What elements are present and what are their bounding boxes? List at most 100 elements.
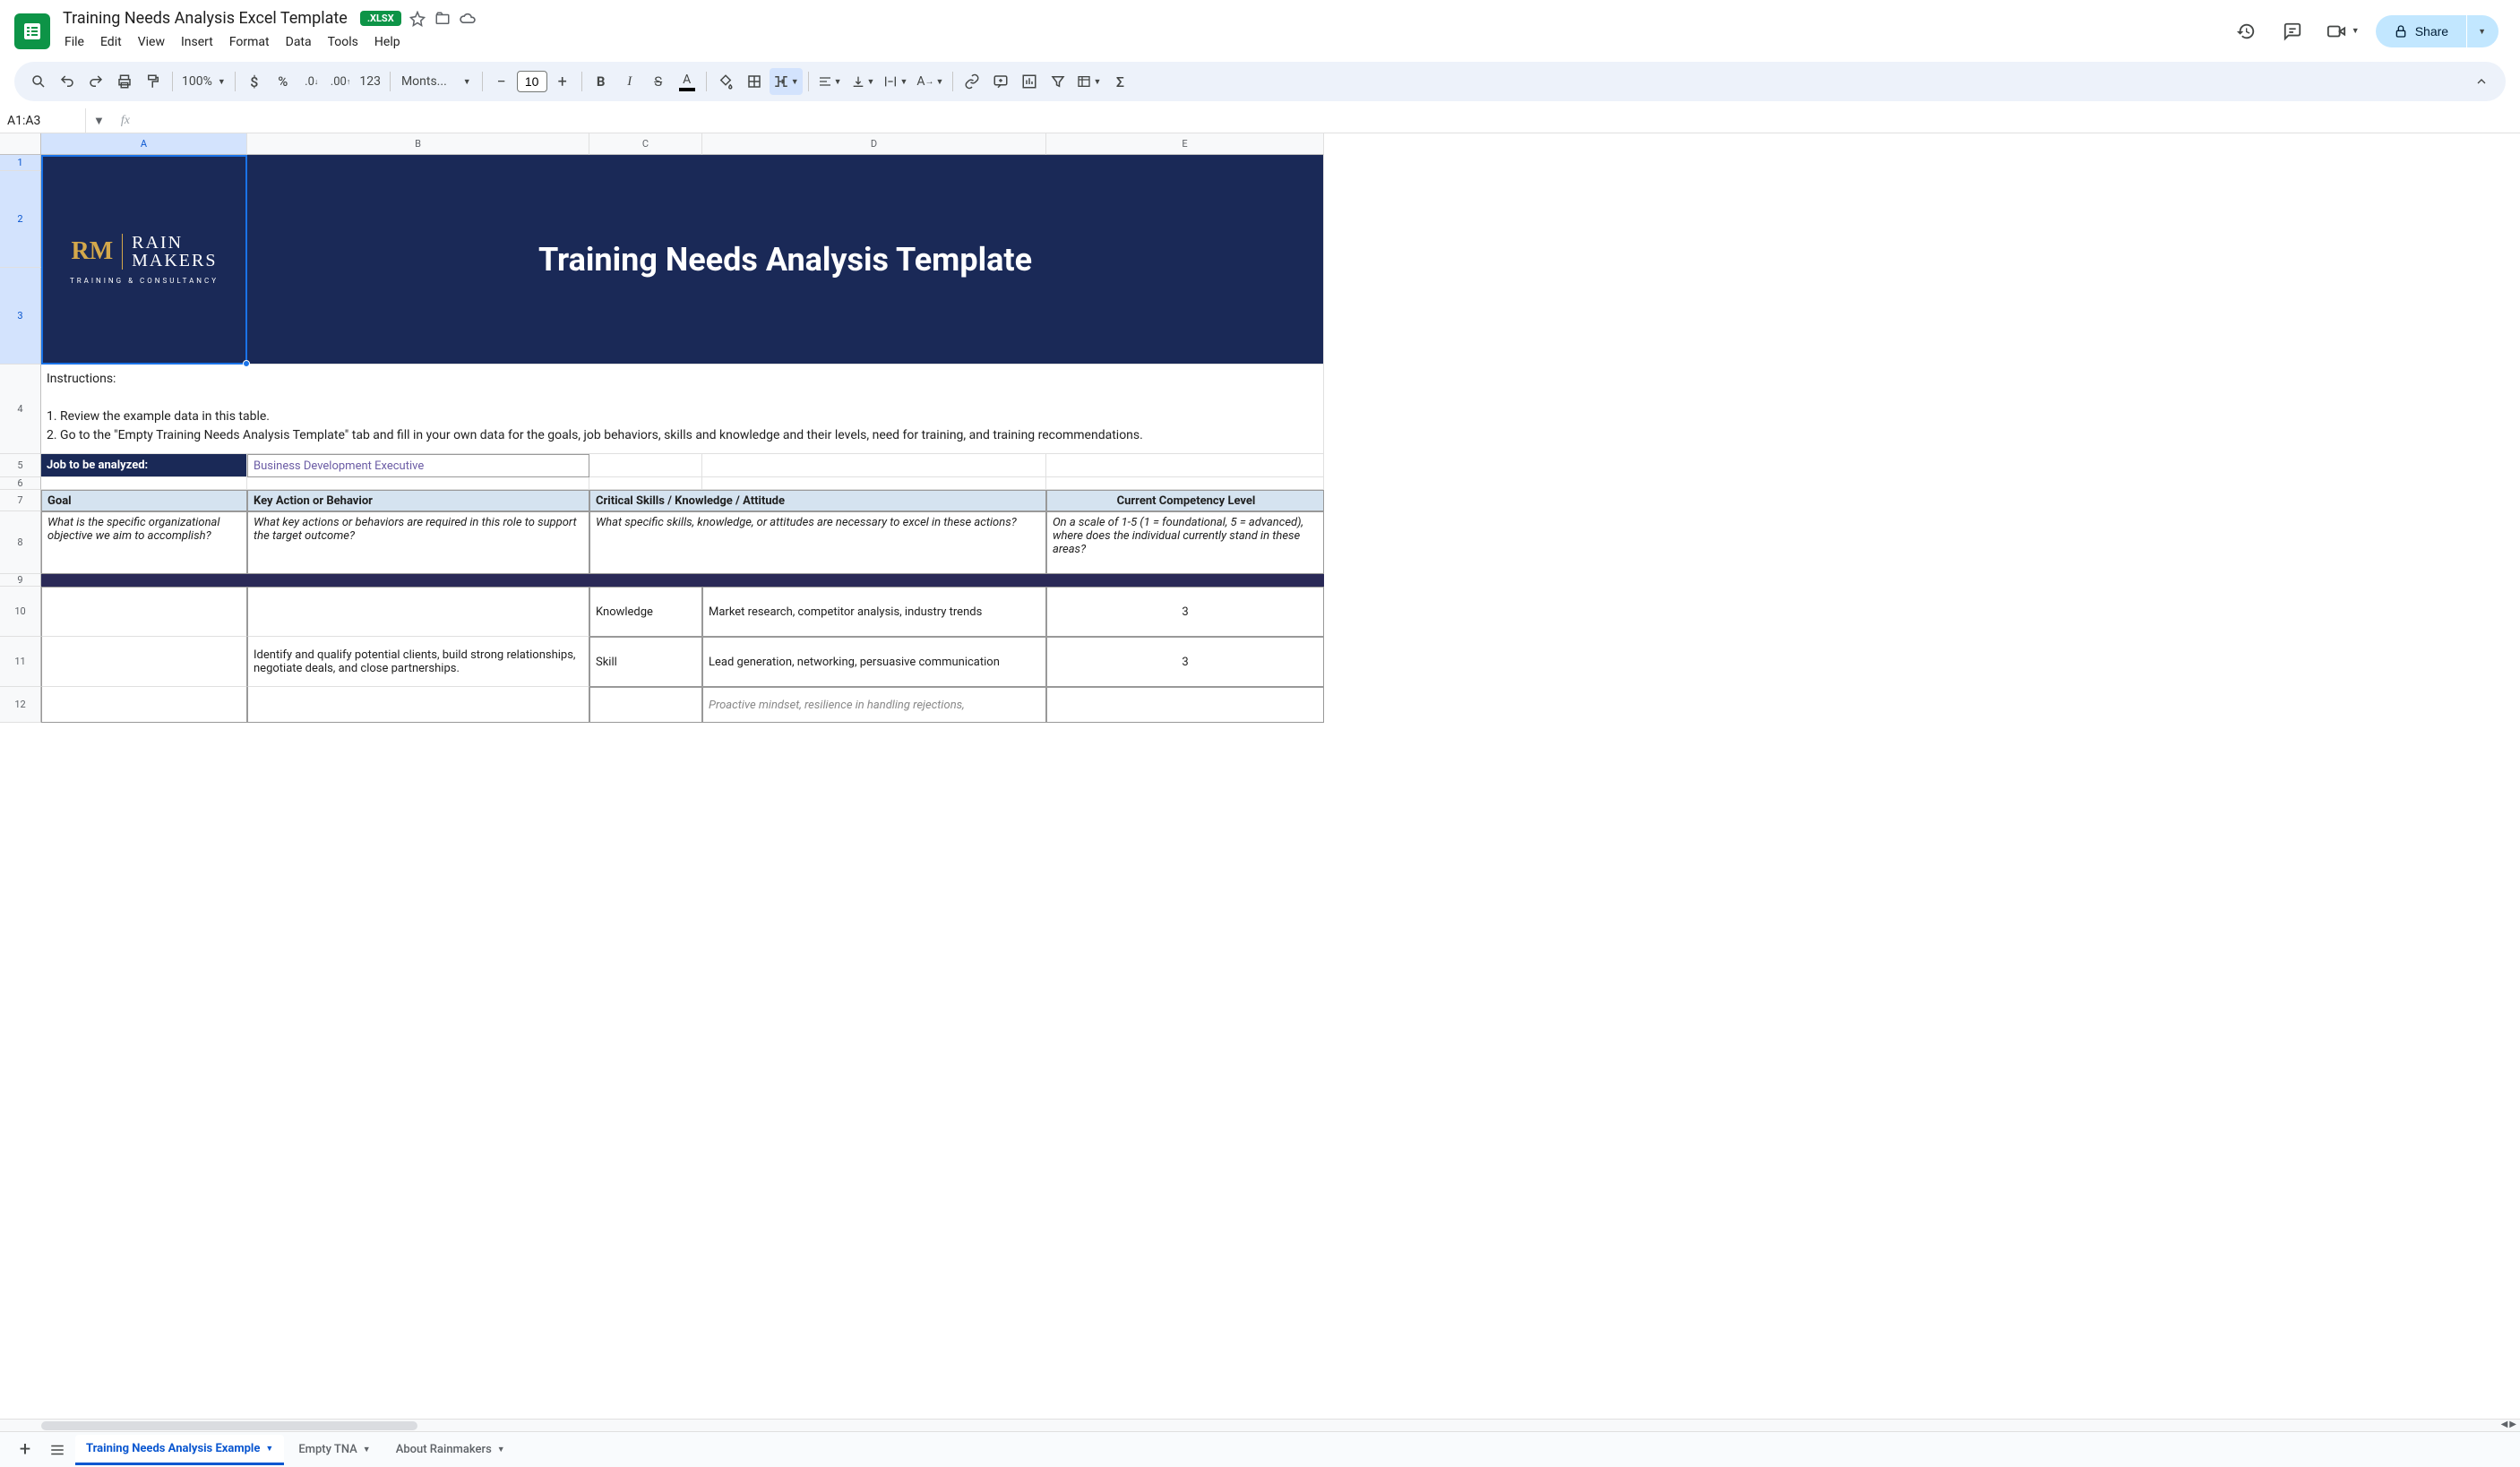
cell-d10[interactable]: Market research, competitor analysis, in…: [702, 587, 1046, 637]
history-icon[interactable]: [2228, 13, 2264, 49]
cell-b6[interactable]: [247, 477, 589, 490]
tab-dropdown-icon[interactable]: ▼: [363, 1445, 371, 1454]
cell-header-action[interactable]: Key Action or Behavior: [247, 490, 589, 511]
text-color-icon[interactable]: A: [674, 68, 701, 95]
font-size-decrease[interactable]: −: [488, 68, 515, 95]
text-wrap-icon[interactable]: ▼: [880, 68, 911, 95]
col-header-e[interactable]: E: [1046, 133, 1324, 155]
cell-logo[interactable]: RM RAINMAKERS TRAINING & CONSULTANCY: [41, 155, 247, 365]
cell-header-skills[interactable]: Critical Skills / Knowledge / Attitude: [589, 490, 1046, 511]
col-header-d[interactable]: D: [702, 133, 1046, 155]
col-header-b[interactable]: B: [247, 133, 589, 155]
cell-d12[interactable]: Proactive mindset, resilience in handlin…: [702, 687, 1046, 723]
vertical-align-icon[interactable]: ▼: [847, 68, 879, 95]
cell-e11[interactable]: 3: [1046, 637, 1324, 687]
decrease-decimal-icon[interactable]: .0↓: [298, 68, 325, 95]
font-size-increase[interactable]: +: [549, 68, 576, 95]
cell-b10[interactable]: [247, 587, 589, 637]
cell-desc-skills[interactable]: What specific skills, knowledge, or atti…: [589, 511, 1046, 574]
cell-b12[interactable]: [247, 687, 589, 723]
link-icon[interactable]: [959, 68, 985, 95]
scroll-left-icon[interactable]: ◀: [2501, 1420, 2508, 1429]
scroll-right-icon[interactable]: ▶: [2509, 1420, 2516, 1429]
move-icon[interactable]: [434, 10, 452, 28]
currency-icon[interactable]: $: [241, 68, 268, 95]
sheet-tab-example[interactable]: Training Needs Analysis Example▼: [75, 1435, 284, 1465]
redo-icon[interactable]: [82, 68, 109, 95]
cloud-status-icon[interactable]: [459, 10, 477, 28]
cell-divider-row[interactable]: [41, 574, 1324, 587]
text-rotation-icon[interactable]: A→▼: [913, 68, 947, 95]
cell-job-label[interactable]: Job to be analyzed:: [41, 454, 247, 477]
document-title[interactable]: Training Needs Analysis Excel Template: [57, 7, 353, 30]
col-header-a[interactable]: A: [41, 133, 247, 155]
menu-edit[interactable]: Edit: [93, 31, 129, 53]
paint-format-icon[interactable]: [140, 68, 167, 95]
row-header-6[interactable]: 6: [0, 477, 41, 490]
col-header-c[interactable]: C: [589, 133, 702, 155]
cell-c12[interactable]: [589, 687, 702, 723]
name-box[interactable]: A1:A3: [0, 108, 86, 133]
name-box-dropdown[interactable]: ▼: [86, 114, 112, 128]
fill-color-icon[interactable]: [712, 68, 739, 95]
table-view-icon[interactable]: ▼: [1073, 68, 1105, 95]
cell-desc-goal[interactable]: What is the specific organizational obje…: [41, 511, 247, 574]
cell-e10[interactable]: 3: [1046, 587, 1324, 637]
row-header-4[interactable]: 4: [0, 365, 41, 454]
horizontal-align-icon[interactable]: ▼: [814, 68, 846, 95]
add-sheet-button[interactable]: +: [11, 1436, 39, 1464]
row-header-12[interactable]: 12: [0, 687, 41, 723]
zoom-select[interactable]: 100%▼: [178, 68, 229, 95]
strikethrough-icon[interactable]: S: [645, 68, 672, 95]
font-select[interactable]: Monts...▼: [396, 68, 477, 95]
tab-dropdown-icon[interactable]: ▼: [497, 1445, 505, 1454]
cell-desc-action[interactable]: What key actions or behaviors are requir…: [247, 511, 589, 574]
insert-chart-icon[interactable]: [1016, 68, 1043, 95]
formula-bar[interactable]: [139, 108, 2520, 133]
cell-a10[interactable]: [41, 587, 247, 637]
cell-c5[interactable]: [589, 454, 702, 477]
menu-file[interactable]: File: [57, 31, 91, 53]
menu-insert[interactable]: Insert: [174, 31, 220, 53]
sheets-logo-icon[interactable]: [14, 13, 50, 49]
filter-icon[interactable]: [1045, 68, 1071, 95]
scrollbar-thumb[interactable]: [41, 1421, 417, 1430]
cell-d11[interactable]: Lead generation, networking, persuasive …: [702, 637, 1046, 687]
format-123-icon[interactable]: 123: [356, 68, 384, 95]
cell-a11[interactable]: [41, 637, 247, 687]
cell-job-value[interactable]: Business Development Executive: [247, 454, 589, 477]
sheet-tab-empty-tna[interactable]: Empty TNA▼: [288, 1436, 381, 1463]
print-icon[interactable]: [111, 68, 138, 95]
cell-d6[interactable]: [702, 477, 1046, 490]
cell-desc-level[interactable]: On a scale of 1-5 (1 = foundational, 5 =…: [1046, 511, 1324, 574]
row-header-9[interactable]: 9: [0, 574, 41, 587]
cell-d5[interactable]: [702, 454, 1046, 477]
row-header-3[interactable]: 3: [0, 268, 41, 365]
search-icon[interactable]: [25, 68, 52, 95]
functions-icon[interactable]: Σ: [1106, 68, 1133, 95]
cell-a6[interactable]: [41, 477, 247, 490]
cell-e12[interactable]: [1046, 687, 1324, 723]
meet-icon[interactable]: ▼: [2321, 13, 2365, 49]
cell-banner-title[interactable]: Training Needs Analysis Template: [247, 155, 1324, 365]
menu-format[interactable]: Format: [222, 31, 277, 53]
sheet-tab-about[interactable]: About Rainmakers▼: [385, 1436, 516, 1463]
cell-header-goal[interactable]: Goal: [41, 490, 247, 511]
menu-help[interactable]: Help: [367, 31, 408, 53]
collapse-toolbar-icon[interactable]: [2468, 68, 2495, 95]
row-header-5[interactable]: 5: [0, 454, 41, 477]
cell-a12[interactable]: [41, 687, 247, 723]
menu-view[interactable]: View: [131, 31, 172, 53]
horizontal-scrollbar[interactable]: ◀▶: [0, 1419, 2520, 1431]
select-all-corner[interactable]: [0, 133, 41, 155]
percent-icon[interactable]: %: [270, 68, 297, 95]
row-header-1[interactable]: 1: [0, 155, 41, 171]
increase-decimal-icon[interactable]: .00↑: [327, 68, 355, 95]
row-header-7[interactable]: 7: [0, 490, 41, 511]
star-icon[interactable]: [409, 10, 426, 28]
cell-instructions[interactable]: Instructions: 1. Review the example data…: [41, 365, 1324, 454]
menu-tools[interactable]: Tools: [321, 31, 366, 53]
row-header-11[interactable]: 11: [0, 637, 41, 687]
italic-icon[interactable]: I: [616, 68, 643, 95]
share-button[interactable]: Share: [2376, 15, 2466, 47]
